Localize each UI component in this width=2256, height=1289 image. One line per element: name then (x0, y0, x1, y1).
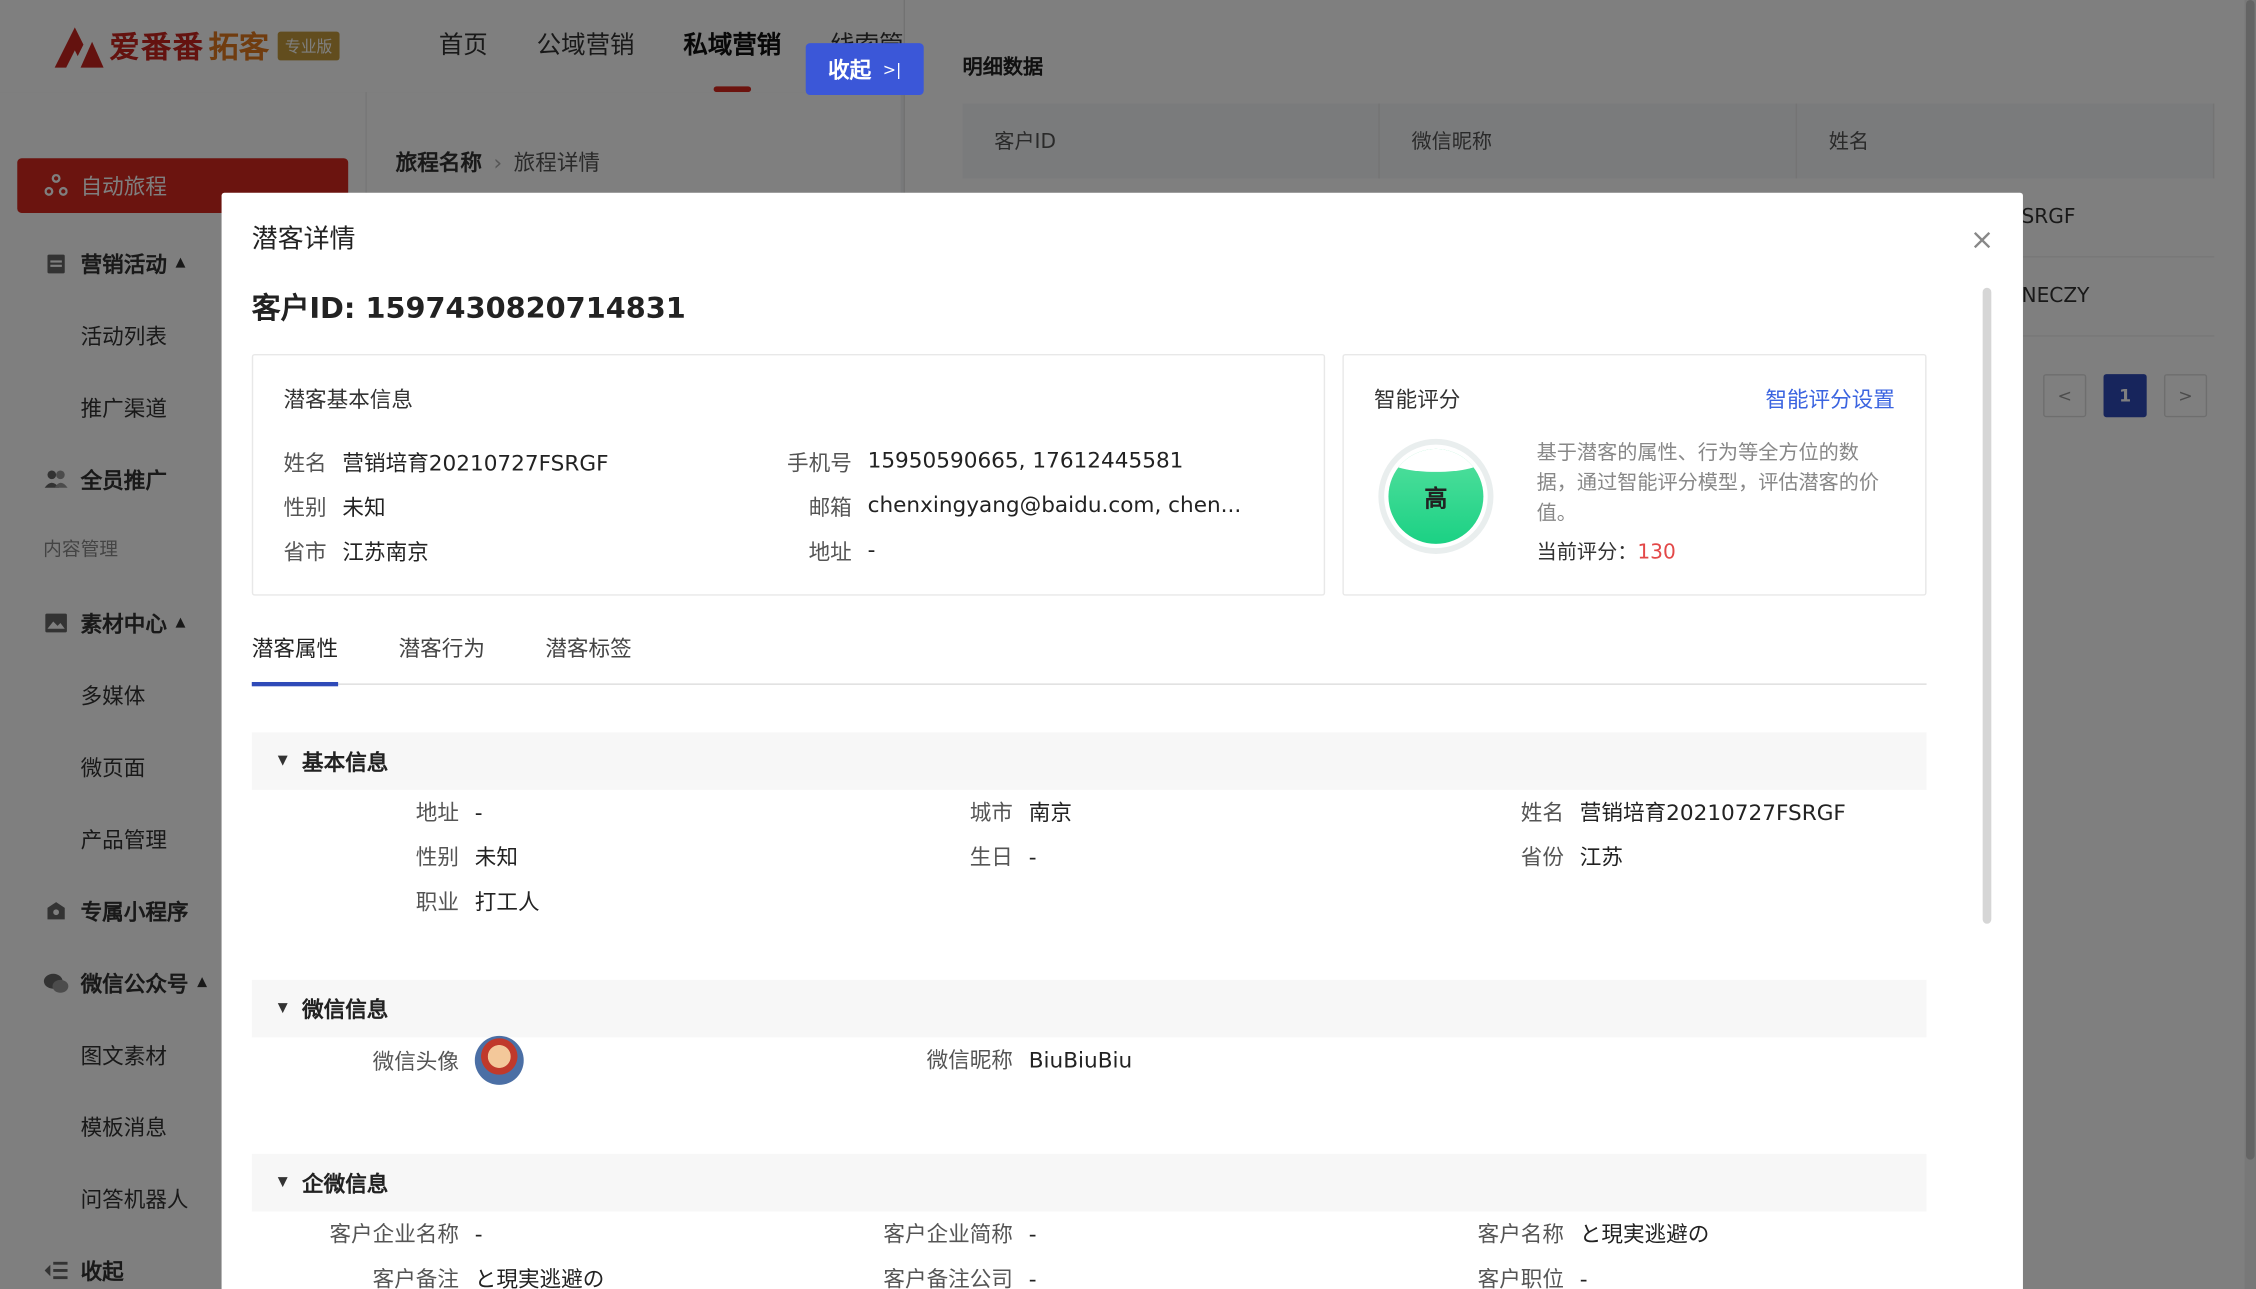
collapse-arrow-icon: >| (882, 59, 902, 79)
field-name: 姓名 营销培育20210727FSRGF (283, 447, 608, 477)
field-label: 客户职位 (1477, 1266, 1564, 1289)
field-label: 客户备注公司 (883, 1266, 1013, 1289)
field-label: 邮箱 (808, 494, 852, 521)
field-birthday: 生日 - (905, 842, 1037, 872)
score-description: 基于潜客的属性、行为等全方位的数据，通过智能评分模型，评估潜客的价值。 (1536, 441, 1880, 526)
field-label: 微信头像 (372, 1048, 459, 1075)
score-level-label: 高 (1424, 484, 1448, 513)
field-value: 南京 (1028, 799, 1072, 826)
field-customer-company: 客户企业名称 - (308, 1219, 483, 1249)
modal-scrollbar[interactable] (1982, 287, 1992, 924)
field-address: 地址 - (787, 536, 876, 567)
lead-tabs: 潜客属性 潜客行为 潜客标签 (251, 633, 1927, 687)
caret-down-icon: ▼ (277, 1001, 288, 1016)
lead-basic-info-card: 潜客基本信息 姓名 营销培育20210727FSRGF 性别 未知 省市 江苏南… (251, 353, 1326, 596)
field-value: 15950590665, 17612445581 (867, 447, 1184, 474)
section-title: 企微信息 (302, 1170, 389, 1197)
field-customer-company-short: 客户企业简称 - (862, 1219, 1037, 1249)
field-label: 省市 (283, 539, 327, 566)
field-wechat-avatar: 微信头像 (351, 1035, 524, 1085)
field-label: 姓名 (283, 450, 327, 477)
field-value: BiuBiuBiu (1028, 1046, 1133, 1073)
field-value: 打工人 (474, 889, 540, 916)
current-score: 当前评分：130 (1537, 537, 1676, 566)
collapse-panel-button[interactable]: 收起 >| (805, 43, 924, 95)
field-city: 城市 南京 (905, 797, 1072, 827)
field-wechat-nickname: 微信昵称 BiuBiuBiu (905, 1045, 1133, 1075)
field-name: 姓名 营销培育20210727FSRGF (1456, 797, 1846, 827)
field-value: - (1579, 1265, 1588, 1289)
card-title: 潜客基本信息 (283, 387, 413, 413)
field-address: 地址 - (351, 797, 483, 827)
field-label: 姓名 (1520, 799, 1564, 826)
field-value: と現実逃避の (1579, 1221, 1710, 1248)
current-score-value: 130 (1637, 540, 1676, 565)
field-label: 性别 (283, 494, 327, 521)
section-wecom-info[interactable]: ▼ 企微信息 (251, 1153, 1927, 1212)
field-value: 营销培育20210727FSRGF (342, 450, 609, 477)
field-region: 省市 江苏南京 (283, 537, 428, 567)
section-basic-info[interactable]: ▼ 基本信息 (251, 732, 1927, 790)
section-title: 微信信息 (302, 996, 389, 1023)
field-label: 性别 (415, 844, 459, 871)
current-score-label: 当前评分： (1536, 540, 1638, 565)
field-label: 微信昵称 (926, 1047, 1013, 1074)
section-wechat-info[interactable]: ▼ 微信信息 (251, 979, 1927, 1038)
avatar[interactable] (474, 1035, 524, 1085)
field-value: 营销培育20210727FSRGF (1579, 799, 1846, 826)
score-level-gauge: 高 (1378, 438, 1494, 554)
tab-lead-attributes[interactable]: 潜客属性 (251, 633, 339, 687)
tab-lead-behavior[interactable]: 潜客行为 (399, 633, 485, 685)
field-email: 邮箱 chenxingyang@baidu.com, chen... (787, 492, 1242, 522)
field-value: chenxingyang@baidu.com, chen... (867, 492, 1242, 518)
field-value: 江苏 (1579, 844, 1623, 871)
field-occupation: 职业 打工人 (351, 886, 540, 916)
card-title: 智能评分 (1374, 387, 1461, 413)
field-value: - (1028, 843, 1037, 870)
field-label: 地址 (808, 539, 852, 566)
app-root: 爱番番 拓客 专业版 首页 公域营销 私域营销 线索管 自动旅程 营销活动 ▲ … (0, 0, 2256, 1289)
field-value: と現実逃避の (474, 1266, 605, 1289)
lead-detail-modal: 潜客详情 × 客户ID: 1597430820714831 潜客基本信息 姓名 … (221, 192, 2023, 1289)
field-value: - (1028, 1265, 1037, 1289)
field-value: - (474, 799, 483, 826)
field-province: 省份 江苏 (1456, 842, 1623, 872)
field-phone: 手机号 15950590665, 17612445581 (787, 447, 1183, 477)
field-label: 省份 (1520, 844, 1564, 871)
section-title: 基本信息 (302, 748, 389, 775)
field-value: - (867, 536, 876, 563)
field-customer-remark: 客户备注 と現実逃避の (308, 1263, 605, 1289)
customer-id-heading: 客户ID: 1597430820714831 (251, 290, 686, 326)
field-label: 客户企业名称 (329, 1221, 459, 1248)
field-gender: 性别 未知 (283, 492, 385, 522)
field-value: - (1028, 1220, 1037, 1247)
field-label: 地址 (415, 799, 459, 826)
field-customer-position: 客户职位 - (1456, 1263, 1588, 1289)
caret-down-icon: ▼ (277, 753, 288, 769)
caret-down-icon: ▼ (277, 1175, 288, 1190)
field-label: 手机号 (787, 450, 852, 477)
field-value: 未知 (474, 844, 518, 871)
field-label: 生日 (969, 844, 1013, 871)
field-label: 客户备注 (372, 1266, 459, 1289)
field-value: - (474, 1220, 483, 1247)
field-label: 客户企业简称 (883, 1221, 1013, 1248)
field-customer-name: 客户名称 と現実逃避の (1456, 1219, 1710, 1249)
close-icon[interactable]: × (1970, 222, 1994, 257)
tab-lead-tags[interactable]: 潜客标签 (545, 633, 631, 685)
field-value: 江苏南京 (342, 539, 429, 566)
field-value: 未知 (342, 494, 386, 521)
field-label: 职业 (415, 889, 459, 916)
modal-title: 潜客详情 (251, 224, 356, 255)
collapse-button-label: 收起 (828, 56, 872, 83)
field-customer-remark-company: 客户备注公司 - (862, 1263, 1037, 1289)
field-label: 客户名称 (1477, 1221, 1564, 1248)
score-level-fill: 高 (1388, 448, 1484, 544)
smart-score-card: 智能评分 智能评分设置 高 基于潜客的属性、行为等全方位的数据，通过智能评分模型… (1342, 353, 1927, 596)
field-label: 城市 (969, 799, 1013, 826)
score-settings-link[interactable]: 智能评分设置 (1765, 384, 1895, 414)
field-gender: 性别 未知 (351, 842, 518, 872)
